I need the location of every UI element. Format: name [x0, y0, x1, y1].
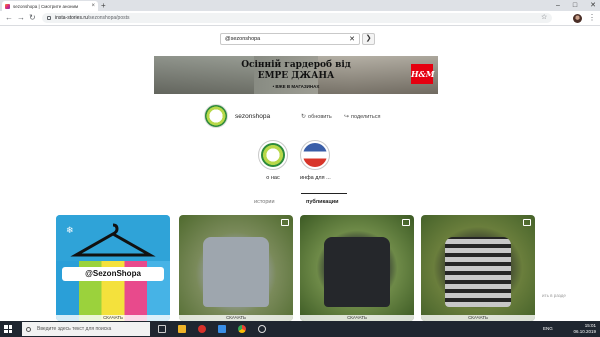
shirt-image: [445, 237, 511, 307]
share-label: поделиться: [351, 113, 381, 120]
post-card[interactable]: СКАЧАТЬ: [300, 215, 414, 321]
clock-date: 06.10.2019: [573, 329, 596, 334]
browser-toolbar: ← → ↻ insta-stories.ru/sezonshopa/posts …: [0, 11, 600, 26]
clock-app-icon[interactable]: [258, 325, 266, 333]
svg-text:❄: ❄: [66, 226, 74, 236]
language-indicator[interactable]: ENG: [543, 326, 553, 331]
highlight-label: инфа для ...: [300, 175, 331, 181]
instagram-favicon-icon: [5, 3, 10, 9]
tab-posts[interactable]: публикации: [306, 199, 338, 205]
url-text: insta-stories.ru/sezonshopa/posts: [55, 15, 130, 21]
minimize-button[interactable]: –: [556, 1, 560, 10]
ad-headline: Осінній гардероб від: [241, 60, 351, 70]
multi-photo-icon: [281, 219, 289, 226]
multi-photo-icon: [523, 219, 531, 226]
reload-button[interactable]: ↻: [29, 13, 36, 23]
hanger-icon: ❄: [66, 223, 156, 257]
browser-tab-bar: sezonshopa | Смотрите аноним × + – □ ✕: [0, 0, 600, 11]
search-icon: [26, 326, 31, 332]
taskbar-search-input[interactable]: Введите здесь текст для поиска: [22, 322, 150, 336]
profile-avatar[interactable]: [573, 14, 582, 23]
side-note: ить в разде: [542, 293, 566, 298]
search-submit-button[interactable]: ❯: [362, 33, 375, 45]
highlight-ring: [258, 140, 288, 170]
sweater-image: [203, 237, 269, 307]
chrome-icon[interactable]: [238, 325, 246, 333]
hm-logo: H&M: [411, 64, 435, 84]
file-explorer-icon[interactable]: [178, 325, 186, 333]
task-view-icon[interactable]: [158, 325, 166, 333]
tab-close-icon[interactable]: ×: [91, 3, 95, 9]
windows-taskbar: Введите здесь текст для поиска ENG 15:01…: [0, 321, 600, 337]
tab-title: sezonshopa | Смотрите аноним: [13, 3, 79, 9]
multi-photo-icon: [402, 219, 410, 226]
new-tab-button[interactable]: +: [101, 1, 106, 10]
post-image: ❄: [56, 215, 170, 261]
content-tabs: истории публикации: [237, 193, 359, 209]
lock-icon: [47, 16, 51, 20]
highlight-about[interactable]: о нас: [258, 140, 288, 181]
search-input[interactable]: @sezonshopa ✕: [220, 33, 360, 45]
posts-grid: ❄ @SezonShopa СКАЧАТЬ СКАЧАТЬ СКАЧАТЬ СК…: [56, 215, 540, 321]
profile-avatar-image: [204, 104, 228, 128]
window-controls: – □ ✕: [556, 1, 596, 10]
taskbar-search-placeholder: Введите здесь текст для поиска: [37, 326, 112, 332]
profile-username: sezonshopa: [235, 113, 271, 120]
close-window-button[interactable]: ✕: [590, 1, 596, 10]
refresh-button[interactable]: ↻ обновить: [301, 113, 332, 121]
browser-menu-icon[interactable]: ⋮: [588, 13, 596, 23]
highlight-cover: [303, 143, 327, 167]
forward-button[interactable]: →: [17, 13, 25, 23]
highlight-info[interactable]: инфа для ...: [300, 140, 331, 181]
refresh-icon: ↻: [301, 114, 307, 120]
search-value: @sezonshopa: [225, 36, 261, 42]
post-tag: @SezonShopa: [62, 267, 164, 281]
ad-banner[interactable]: Осінній гардероб від EMPE ДЖАНА • ВЖЕ В …: [154, 56, 438, 94]
share-icon: ↪: [344, 114, 350, 120]
app-icon[interactable]: [218, 325, 226, 333]
opera-icon[interactable]: [198, 325, 206, 333]
bookmark-star-icon[interactable]: ☆: [541, 13, 547, 21]
tab-stories[interactable]: истории: [254, 199, 275, 205]
back-button[interactable]: ←: [5, 13, 13, 23]
active-tab-indicator: [301, 193, 347, 194]
clear-search-icon[interactable]: ✕: [349, 35, 355, 43]
highlight-cover: [261, 143, 285, 167]
address-bar[interactable]: insta-stories.ru/sezonshopa/posts: [42, 13, 552, 23]
jacket-image: [324, 237, 390, 307]
maximize-button[interactable]: □: [573, 1, 577, 10]
system-clock[interactable]: 15:01 06.10.2019: [573, 323, 596, 335]
highlight-ring: [300, 140, 330, 170]
post-card[interactable]: ❄ @SezonShopa СКАЧАТЬ: [56, 215, 170, 321]
profile-search: @sezonshopa ✕ ❯: [220, 33, 375, 45]
share-button[interactable]: ↪ поделиться: [344, 113, 381, 121]
post-card[interactable]: СКАЧАТЬ: [421, 215, 535, 321]
highlight-label: о нас: [266, 175, 280, 181]
post-card[interactable]: СКАЧАТЬ: [179, 215, 293, 321]
ad-headline-name: EMPE ДЖАНА: [257, 71, 335, 81]
browser-tab[interactable]: sezonshopa | Смотрите аноним ×: [2, 1, 98, 11]
ad-subline: • ВЖЕ В МАГАЗИНАХ: [272, 84, 320, 89]
windows-start-icon[interactable]: [4, 325, 12, 333]
refresh-label: обновить: [308, 113, 332, 120]
